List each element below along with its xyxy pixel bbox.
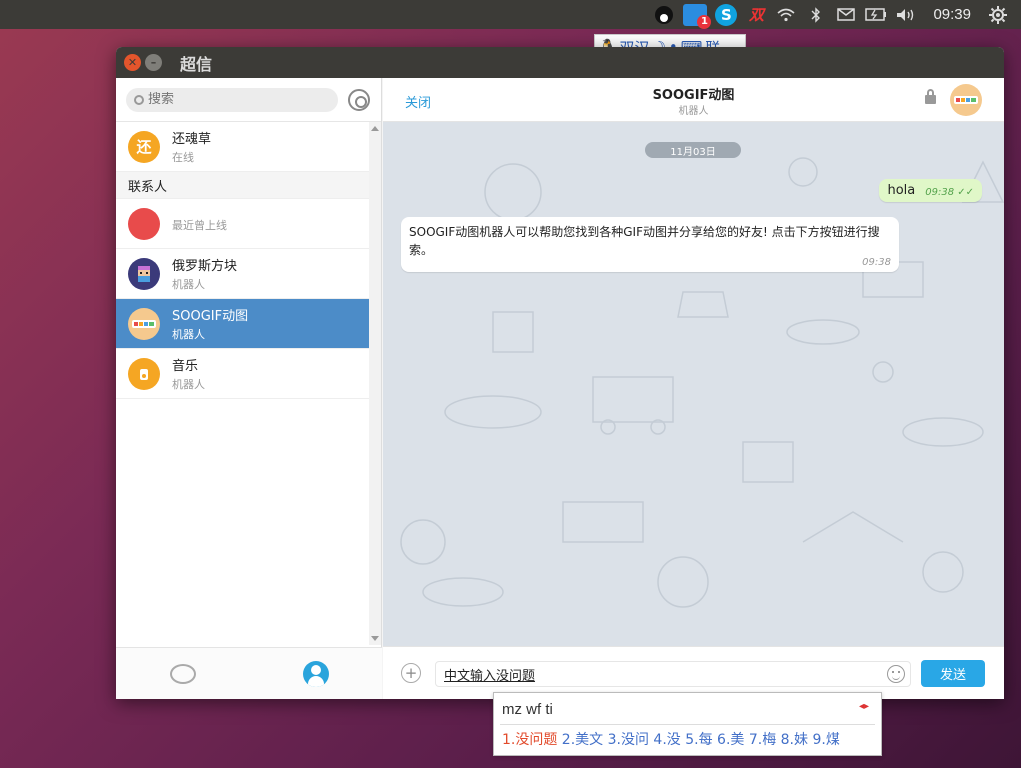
bluetooth-icon — [811, 6, 821, 23]
message-time: 09:38 ✓✓ — [925, 187, 974, 198]
contact-item-pinned[interactable]: 还 还魂草 在线 — [116, 122, 369, 172]
settings-icon[interactable] — [348, 88, 370, 111]
pixel-game-avatar — [128, 257, 160, 290]
music-note-icon — [140, 368, 148, 380]
contact-item[interactable]: 俄罗斯方块 机器人 — [116, 249, 369, 299]
skype-icon: S — [715, 3, 738, 26]
contact-list-scrollbar[interactable] — [369, 122, 381, 645]
send-button[interactable]: 发送 — [921, 660, 985, 687]
app-window: ✕ – 超信 还 还魂草 在线 联系人 — [116, 47, 1004, 699]
section-header-contacts: 联系人 — [116, 172, 369, 199]
soogif-logo-icon — [132, 319, 156, 328]
tray-bluetooth[interactable] — [801, 0, 831, 29]
window-close-button[interactable]: ✕ — [124, 54, 141, 71]
top-panel: 1 S 双 09:39 — [0, 0, 1021, 29]
contact-item[interactable]: 音乐 机器人 — [116, 349, 369, 399]
chat-title: SOOGIF动图 — [652, 88, 735, 103]
tray-skype[interactable]: S — [711, 0, 741, 29]
outgoing-message[interactable]: hola 09:38 ✓✓ — [879, 179, 982, 202]
notification-app-icon: 1 — [683, 3, 712, 29]
chat-header-avatar[interactable] — [950, 84, 982, 116]
ime-candidate-popup: mz wf ti ◂▸ 1.没问题 2.美文 3.没问 4.没 5.每 6.美 … — [493, 692, 882, 756]
chat-panel: 关闭 SOOGIF动图 机器人 11月03日 hola 09:38 ✓✓ SOO… — [383, 78, 1004, 699]
date-separator: 11月03日 — [645, 142, 741, 158]
mail-icon — [837, 8, 856, 21]
contact-name: 俄罗斯方块 — [172, 259, 238, 274]
contact-list: 还 还魂草 在线 联系人 最近曾上线 俄罗斯方块 机器人 SOOGIF动图 机器… — [116, 122, 369, 645]
avatar — [128, 207, 160, 240]
incoming-message[interactable]: SOOGIF动图机器人可以帮助您找到各种GIF动图并分享给您的好友! 点击下方按… — [401, 217, 899, 272]
ime-candidate-others[interactable]: 2.美文 3.没问 4.没 5.每 6.美 7.梅 8.妹 9.煤 — [557, 732, 840, 748]
volume-icon — [897, 8, 914, 21]
scroll-up-arrow-icon[interactable] — [371, 126, 379, 131]
tray-mail[interactable] — [831, 0, 861, 29]
qq-penguin-icon — [655, 5, 674, 24]
sidebar: 还 还魂草 在线 联系人 最近曾上线 俄罗斯方块 — [116, 78, 382, 699]
chat-header: 关闭 SOOGIF动图 机器人 — [383, 78, 1004, 122]
contact-status: 机器人 — [172, 278, 205, 291]
tray-wifi[interactable] — [771, 0, 801, 29]
lock-icon — [925, 89, 936, 104]
window-title: 超信 — [180, 54, 213, 74]
attach-button[interactable]: + — [401, 663, 421, 683]
battery-icon — [865, 8, 887, 21]
window-titlebar: ✕ – 超信 — [116, 47, 1004, 78]
music-avatar — [128, 357, 160, 390]
tray-volume[interactable] — [891, 0, 921, 29]
ime-shuang-icon: 双 — [748, 6, 764, 24]
tray-system[interactable] — [983, 0, 1013, 29]
contact-status: 在线 — [172, 151, 194, 164]
ime-candidate-list: 1.没问题 2.美文 3.没问 4.没 5.每 6.美 7.梅 8.妹 9.煤 — [502, 729, 840, 749]
soogif-logo-icon — [954, 96, 978, 104]
tray-app[interactable]: 1 — [679, 0, 712, 29]
tray-ime[interactable]: 双 — [741, 0, 771, 29]
pixel-character-icon — [138, 265, 150, 282]
avatar: 还 — [128, 130, 160, 163]
soogif-avatar — [128, 307, 160, 340]
clock-time: 09:39 — [933, 6, 971, 23]
contact-name: SOOGIF动图 — [172, 309, 249, 324]
contact-item[interactable]: 最近曾上线 — [116, 199, 369, 249]
ime-divider — [500, 724, 875, 725]
message-text: hola — [887, 183, 916, 198]
contact-status: 机器人 — [172, 328, 205, 341]
notification-badge: 1 — [697, 14, 712, 29]
ime-candidate-selected[interactable]: 1.没问题 — [502, 732, 557, 748]
ime-page-arrows-icon[interactable]: ◂▸ — [859, 701, 869, 712]
message-time: 09:38 — [862, 257, 891, 268]
tray-battery[interactable] — [861, 0, 891, 29]
contact-item-selected[interactable]: SOOGIF动图 机器人 — [116, 299, 369, 349]
sidebar-footer — [116, 647, 382, 699]
contact-status: 机器人 — [172, 378, 205, 391]
ime-preedit-text: mz wf ti — [502, 701, 553, 718]
message-text: SOOGIF动图机器人可以帮助您找到各种GIF动图并分享给您的好友! 点击下方按… — [409, 225, 880, 257]
tray-clock[interactable]: 09:39 — [921, 0, 983, 29]
search-input[interactable] — [148, 92, 318, 107]
search-icon — [134, 94, 144, 105]
settings-gear-icon — [989, 5, 1007, 24]
contact-name: 还魂草 — [172, 132, 212, 147]
contact-name: 音乐 — [172, 359, 199, 374]
message-input[interactable] — [435, 661, 911, 687]
chat-subtitle: 机器人 — [678, 106, 709, 117]
search-box[interactable] — [126, 87, 338, 112]
contacts-tab-icon[interactable] — [302, 660, 329, 687]
message-area[interactable]: 11月03日 hola 09:38 ✓✓ SOOGIF动图机器人可以帮助您找到各… — [383, 122, 1004, 646]
window-minimize-button[interactable]: – — [145, 54, 162, 71]
wifi-icon — [777, 8, 795, 21]
scroll-down-arrow-icon[interactable] — [371, 636, 379, 641]
emoji-icon[interactable] — [887, 665, 905, 683]
contact-status: 最近曾上线 — [172, 218, 227, 232]
search-row — [116, 78, 381, 122]
tray-qq[interactable] — [649, 0, 679, 29]
chats-tab-icon[interactable] — [169, 663, 196, 684]
